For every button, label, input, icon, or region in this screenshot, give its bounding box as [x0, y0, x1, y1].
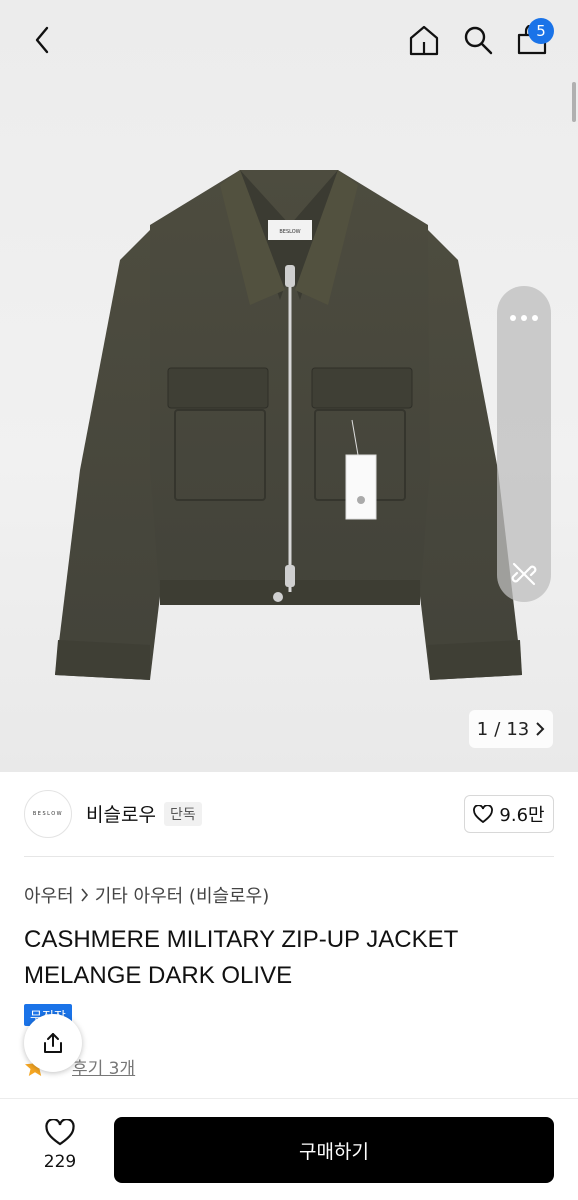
product-photo: BESLOW: [55, 170, 522, 680]
breadcrumb-child[interactable]: 기타 아우터 (비슬로우): [95, 882, 270, 908]
top-navigation-bar: 5: [0, 0, 578, 80]
buy-button[interactable]: 구매하기: [114, 1117, 554, 1183]
chevron-right-icon: [81, 888, 88, 902]
home-button[interactable]: [404, 20, 444, 60]
share-icon: [44, 1033, 62, 1053]
brand-row: BESLOW 비슬로우 단독 9.6만: [24, 790, 554, 840]
heart-icon: [45, 1119, 75, 1146]
brand-logo-text: BESLOW: [32, 811, 64, 817]
exclusive-tag: 단독: [164, 802, 202, 826]
scroll-indicator: [572, 82, 576, 122]
home-icon: [409, 25, 439, 56]
image-pager[interactable]: 1 / 13: [469, 710, 553, 748]
more-options-icon[interactable]: [497, 300, 551, 336]
pager-total: 13: [506, 718, 530, 740]
search-button[interactable]: [458, 20, 498, 60]
wishlist-button[interactable]: 229: [28, 1119, 92, 1183]
chevron-right-icon: [536, 722, 545, 736]
chevron-left-icon: [35, 26, 49, 54]
divider: [24, 856, 554, 857]
brand-like-button[interactable]: 9.6만: [464, 795, 554, 833]
cart-count-badge: 5: [528, 18, 554, 44]
pager-separator: /: [494, 718, 501, 740]
pager-current: 1: [476, 718, 489, 740]
share-button[interactable]: [24, 1014, 82, 1072]
breadcrumb-parent[interactable]: 아우터: [24, 882, 74, 908]
brand-like-count: 9.6만: [499, 805, 545, 826]
floating-action-panel[interactable]: [497, 286, 551, 602]
unlink-icon[interactable]: [497, 556, 551, 592]
heart-icon: [473, 805, 494, 823]
jacket-label-text: BESLOW: [279, 229, 300, 235]
brand-logo[interactable]: BESLOW: [24, 790, 72, 838]
breadcrumb: 아우터 기타 아우터 (비슬로우): [24, 882, 269, 908]
product-title: CASHMERE MILITARY ZIP-UP JACKET MELANGE …: [24, 926, 458, 989]
brand-name[interactable]: 비슬로우: [86, 800, 156, 827]
wishlist-count: 229: [43, 1152, 77, 1172]
back-button[interactable]: [22, 20, 62, 60]
review-link[interactable]: 후기 3개: [72, 1054, 135, 1079]
product-image-carousel[interactable]: BESLOW 1 / 13: [0, 0, 578, 772]
bottom-action-bar: 229 구매하기: [0, 1098, 578, 1200]
search-icon: [464, 26, 493, 55]
